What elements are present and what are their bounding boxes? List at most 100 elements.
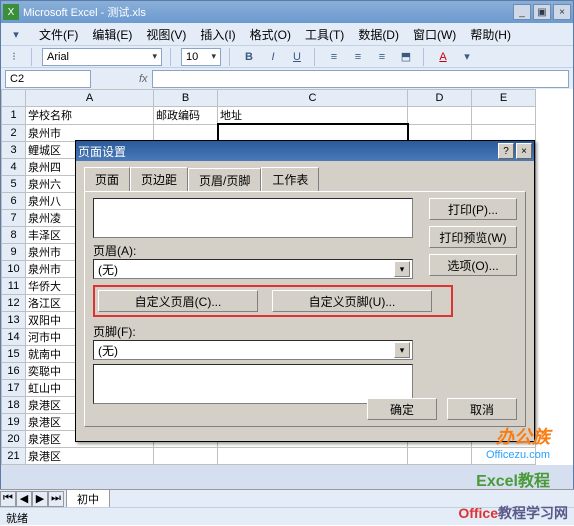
col-header-c[interactable]: C <box>218 90 408 107</box>
formula-bar-row: C2 fx <box>1 67 573 89</box>
row-header[interactable]: 7 <box>2 209 26 226</box>
cell[interactable] <box>472 107 536 125</box>
row-header[interactable]: 19 <box>2 413 26 430</box>
tab-header-footer[interactable]: 页眉/页脚 <box>188 168 261 192</box>
footer-label: 页脚(F): <box>93 323 517 340</box>
close-button[interactable]: × <box>553 4 571 20</box>
underline-button[interactable]: U <box>288 48 306 66</box>
cancel-button[interactable]: 取消 <box>447 398 517 420</box>
menu-help[interactable]: 帮助(H) <box>470 26 511 43</box>
font-name: Arial <box>47 51 69 63</box>
tab-nav-first[interactable]: ⏮ <box>0 491 16 507</box>
tab-margin[interactable]: 页边距 <box>130 167 188 191</box>
select-all-corner[interactable] <box>2 90 26 107</box>
footer-value: (无) <box>98 342 118 359</box>
align-right-icon[interactable]: ≡ <box>373 48 391 66</box>
ok-button[interactable]: 确定 <box>367 398 437 420</box>
cell[interactable]: 邮政编码 <box>154 107 218 125</box>
footer-combo[interactable]: (无) ▾ <box>93 340 413 360</box>
cell[interactable] <box>218 124 408 141</box>
row-header[interactable]: 4 <box>2 158 26 175</box>
chevron-down-icon[interactable]: ▾ <box>394 261 410 277</box>
tab-nav-next[interactable]: ▶ <box>32 491 48 507</box>
restore-button[interactable]: ▣ <box>533 4 551 20</box>
row-header[interactable]: 13 <box>2 311 26 328</box>
name-box[interactable]: C2 <box>5 70 91 88</box>
menu-edit[interactable]: 编辑(E) <box>92 26 132 43</box>
col-header-b[interactable]: B <box>154 90 218 107</box>
formula-input[interactable] <box>152 70 569 88</box>
cell[interactable] <box>408 107 472 125</box>
cell[interactable] <box>408 124 472 141</box>
row-header[interactable]: 18 <box>2 396 26 413</box>
menu-data[interactable]: 数据(D) <box>358 26 399 43</box>
toolbar-handle-icon[interactable]: ⁝ <box>5 48 23 66</box>
row-header[interactable]: 1 <box>2 107 26 125</box>
row-header[interactable]: 3 <box>2 141 26 158</box>
font-select[interactable]: Arial ▾ <box>42 48 162 66</box>
minimize-button[interactable]: _ <box>513 4 531 20</box>
chevron-down-icon: ▾ <box>211 51 216 62</box>
cell[interactable] <box>472 447 536 464</box>
menu-insert[interactable]: 插入(I) <box>200 26 235 43</box>
font-color-icon[interactable]: A <box>434 48 452 66</box>
dialog-help-button[interactable]: ? <box>498 143 514 159</box>
cell[interactable] <box>408 447 472 464</box>
cell[interactable]: 学校名称 <box>26 107 154 125</box>
menu-window[interactable]: 窗口(W) <box>413 26 456 43</box>
sheet-tab-active[interactable]: 初中 <box>66 489 110 509</box>
merge-center-icon[interactable]: ⬒ <box>397 48 415 66</box>
custom-footer-button[interactable]: 自定义页脚(U)... <box>272 290 432 312</box>
align-center-icon[interactable]: ≡ <box>349 48 367 66</box>
tab-nav-prev[interactable]: ◀ <box>16 491 32 507</box>
menu-file[interactable]: 文件(F) <box>39 26 78 43</box>
print-preview-button[interactable]: 打印预览(W) <box>429 226 517 248</box>
cell[interactable]: 泉港区 <box>26 447 154 464</box>
row-header[interactable]: 6 <box>2 192 26 209</box>
font-size-select[interactable]: 10 ▾ <box>181 48 221 66</box>
italic-button[interactable]: I <box>264 48 282 66</box>
chevron-down-icon: ▾ <box>152 51 157 62</box>
row-header[interactable]: 14 <box>2 328 26 345</box>
row-header[interactable]: 2 <box>2 124 26 141</box>
row-header[interactable]: 16 <box>2 362 26 379</box>
tab-nav-last[interactable]: ⏭ <box>48 491 64 507</box>
toolbar-more-icon[interactable]: ▾ <box>458 48 476 66</box>
menu-tools[interactable]: 工具(T) <box>305 26 344 43</box>
tab-page[interactable]: 页面 <box>84 167 130 191</box>
cell[interactable] <box>218 447 408 464</box>
cell[interactable]: 泉州市 <box>26 124 154 141</box>
row-header[interactable]: 17 <box>2 379 26 396</box>
col-header-a[interactable]: A <box>26 90 154 107</box>
col-header-e[interactable]: E <box>472 90 536 107</box>
print-button[interactable]: 打印(P)... <box>429 198 517 220</box>
row-header[interactable]: 9 <box>2 243 26 260</box>
cell[interactable]: 地址 <box>218 107 408 125</box>
row-header[interactable]: 5 <box>2 175 26 192</box>
bold-button[interactable]: B <box>240 48 258 66</box>
row-header[interactable]: 20 <box>2 430 26 447</box>
row-header[interactable]: 11 <box>2 277 26 294</box>
row-header[interactable]: 12 <box>2 294 26 311</box>
cell[interactable] <box>472 124 536 141</box>
row-header[interactable]: 21 <box>2 447 26 464</box>
row-header[interactable]: 8 <box>2 226 26 243</box>
cell[interactable] <box>154 447 218 464</box>
font-size: 10 <box>186 51 198 63</box>
dialog-close-button[interactable]: × <box>516 143 532 159</box>
cell[interactable] <box>154 124 218 141</box>
menu-view[interactable]: 视图(V) <box>146 26 186 43</box>
header-combo[interactable]: (无) ▾ <box>93 259 413 279</box>
custom-header-button[interactable]: 自定义页眉(C)... <box>98 290 258 312</box>
watermark-footer: Office教程学习网 <box>458 503 568 523</box>
chevron-down-icon[interactable]: ▾ <box>394 342 410 358</box>
col-header-d[interactable]: D <box>408 90 472 107</box>
menu-format[interactable]: 格式(O) <box>250 26 291 43</box>
app-menu-icon[interactable]: ▾ <box>7 25 25 43</box>
row-header[interactable]: 15 <box>2 345 26 362</box>
fx-icon[interactable]: fx <box>139 73 148 85</box>
options-button[interactable]: 选项(O)... <box>429 254 517 276</box>
row-header[interactable]: 10 <box>2 260 26 277</box>
tab-worksheet[interactable]: 工作表 <box>261 167 319 191</box>
align-left-icon[interactable]: ≡ <box>325 48 343 66</box>
